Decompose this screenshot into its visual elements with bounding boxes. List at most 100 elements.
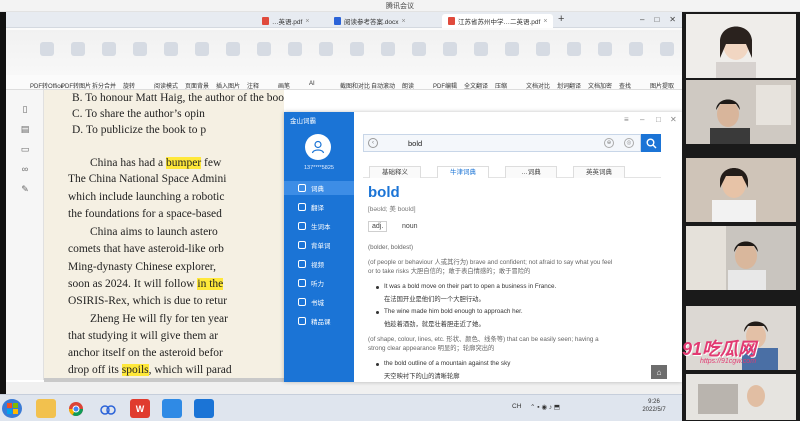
dictionary-search-box[interactable]: ‹ bold ⊕ ◎ (363, 134, 641, 152)
video-tile-3[interactable] (686, 158, 796, 222)
edit-icon[interactable]: ✎ (20, 184, 30, 194)
minimize-icon[interactable]: – (640, 15, 644, 24)
ribbon-button-icon[interactable] (474, 42, 488, 56)
ribbon-button-icon[interactable] (133, 42, 147, 56)
highlighted-word[interactable]: bumper (166, 157, 202, 169)
close-tab-icon[interactable]: × (305, 18, 309, 25)
close-dict-icon[interactable]: ✕ (670, 115, 677, 124)
ribbon-button-icon[interactable] (195, 42, 209, 56)
ribbon-button-icon[interactable] (40, 42, 54, 56)
ribbon-button-label[interactable]: 划词翻译 (557, 81, 581, 90)
tray-icons[interactable]: ⌃ ▪ ◉ ♪ ⬒ (530, 403, 560, 411)
ribbon-button-icon[interactable] (412, 42, 426, 56)
ribbon-button-icon[interactable] (319, 42, 333, 56)
settings-icon[interactable]: ≡ (624, 115, 629, 124)
ribbon-button-icon[interactable] (598, 42, 612, 56)
nav-memorize[interactable]: 背单词 (284, 238, 354, 252)
ribbon-button-label[interactable]: 自动滚动 (371, 81, 395, 90)
video-tile-1[interactable] (686, 14, 796, 78)
ribbon-button-icon[interactable] (226, 42, 240, 56)
ribbon-button-icon[interactable] (257, 42, 271, 56)
nav-dictionary[interactable]: 词典 (284, 181, 354, 195)
close-window-icon[interactable]: ✕ (669, 15, 676, 24)
highlighted-word[interactable]: in the (197, 278, 224, 290)
tab-pdf-english[interactable]: …英语.pdf × (256, 14, 315, 28)
tab-answer-docx[interactable]: 阅读参考答案.docx × (328, 14, 412, 28)
tab-basic[interactable]: 基础释义 (369, 166, 421, 178)
comment-icon[interactable]: ▭ (20, 144, 30, 154)
ribbon-button-label[interactable]: 画笔 (278, 81, 290, 90)
ribbon-button-label[interactable]: 朗读 (402, 81, 414, 90)
image-app-icon[interactable] (162, 399, 182, 418)
ribbon-button-label[interactable]: 注释 (247, 81, 259, 90)
tray-language[interactable]: CH (512, 403, 521, 410)
close-tab-icon[interactable]: × (402, 18, 406, 25)
chrome-icon[interactable] (66, 399, 86, 418)
meeting-app-icon[interactable] (194, 399, 214, 418)
tab-other-dict[interactable]: …词典 (505, 166, 557, 178)
ribbon-button-icon[interactable] (102, 42, 116, 56)
home-button[interactable]: ⌂ (651, 365, 667, 379)
ribbon-button-icon[interactable] (629, 42, 643, 56)
search-button[interactable] (641, 134, 661, 152)
video-tile-2[interactable] (686, 80, 796, 144)
thumbnail-icon[interactable]: ▤ (20, 124, 30, 134)
ribbon-button-label[interactable]: 全文翻译 (464, 81, 488, 90)
bookmark-icon[interactable]: ▯ (20, 104, 30, 114)
ribbon-button-icon[interactable] (536, 42, 550, 56)
nav-listening[interactable]: 听力 (284, 276, 354, 290)
file-explorer-icon[interactable] (36, 399, 56, 418)
ribbon-button-label[interactable]: 截图和对比 (340, 81, 370, 90)
ribbon-button-label[interactable]: 图片提取 (650, 81, 674, 90)
ribbon-button-label[interactable]: 压缩 (495, 81, 507, 90)
ribbon-button-icon[interactable] (288, 42, 302, 56)
nav-bookstore[interactable]: 书城 (284, 295, 354, 309)
search-input[interactable]: bold (408, 139, 422, 148)
nav-courses[interactable]: 精品课 (284, 314, 354, 328)
highlighted-word[interactable]: spoils (121, 364, 149, 376)
tab-en-en[interactable]: 英英词典 (573, 166, 625, 178)
ribbon-button-icon[interactable] (505, 42, 519, 56)
ribbon-button-icon[interactable] (350, 42, 364, 56)
taskbar-clock[interactable]: 9:26 2022/5/7 (630, 398, 678, 414)
ribbon-button-label[interactable]: 拆分合并 (92, 81, 116, 90)
video-tile-6[interactable] (686, 374, 796, 420)
nav-translate[interactable]: 翻译 (284, 200, 354, 214)
mic-icon[interactable]: ◎ (624, 138, 634, 148)
back-icon[interactable]: ‹ (368, 138, 378, 148)
history-icon[interactable]: ⊕ (604, 138, 614, 148)
tab-suzhou-pdf[interactable]: 江苏省苏州中学…二英语.pdf × (442, 14, 554, 28)
tab-oxford[interactable]: 牛津词典 (437, 166, 489, 178)
ribbon-button-label[interactable]: AI (309, 81, 315, 87)
start-button[interactable] (2, 399, 22, 418)
ribbon-button-icon[interactable] (567, 42, 581, 56)
close-tab-icon[interactable]: × (543, 18, 547, 25)
ribbon-button-icon[interactable] (381, 42, 395, 56)
video-tile-4[interactable] (686, 226, 796, 290)
ribbon-button-label[interactable]: 阅读模式 (154, 81, 178, 90)
ribbon-button-icon[interactable] (660, 42, 674, 56)
pos-label[interactable]: noun (402, 221, 418, 232)
add-tab-button[interactable]: + (558, 13, 564, 25)
ribbon-button-label[interactable]: 查找 (619, 81, 631, 90)
ribbon-button-label[interactable]: 文档对比 (526, 81, 550, 90)
wps-icon[interactable]: W (130, 399, 150, 418)
ribbon-button-label[interactable]: 页面背景 (185, 81, 209, 90)
user-avatar[interactable] (305, 134, 331, 160)
pos-tag[interactable]: adj. (368, 221, 388, 232)
maximize-dict-icon[interactable]: □ (656, 115, 661, 124)
ribbon-button-icon[interactable] (71, 42, 85, 56)
ribbon-button-icon[interactable] (164, 42, 178, 56)
attachment-icon[interactable]: ∞ (20, 164, 30, 174)
ribbon-button-label[interactable]: PDF编辑 (433, 81, 457, 90)
maximize-icon[interactable]: □ (654, 15, 659, 24)
nav-video[interactable]: 视频 (284, 257, 354, 271)
ribbon-button-label[interactable]: PDF转Office (30, 81, 64, 90)
ribbon-button-icon[interactable] (443, 42, 457, 56)
ribbon-button-label[interactable]: 旋转 (123, 81, 135, 90)
ribbon-button-label[interactable]: PDF转图片 (61, 81, 91, 90)
minimize-dict-icon[interactable]: – (640, 115, 644, 124)
cloud-app-icon[interactable] (98, 399, 118, 418)
ribbon-button-label[interactable]: 文档加密 (588, 81, 612, 90)
ribbon-button-label[interactable]: 插入图片 (216, 81, 240, 90)
